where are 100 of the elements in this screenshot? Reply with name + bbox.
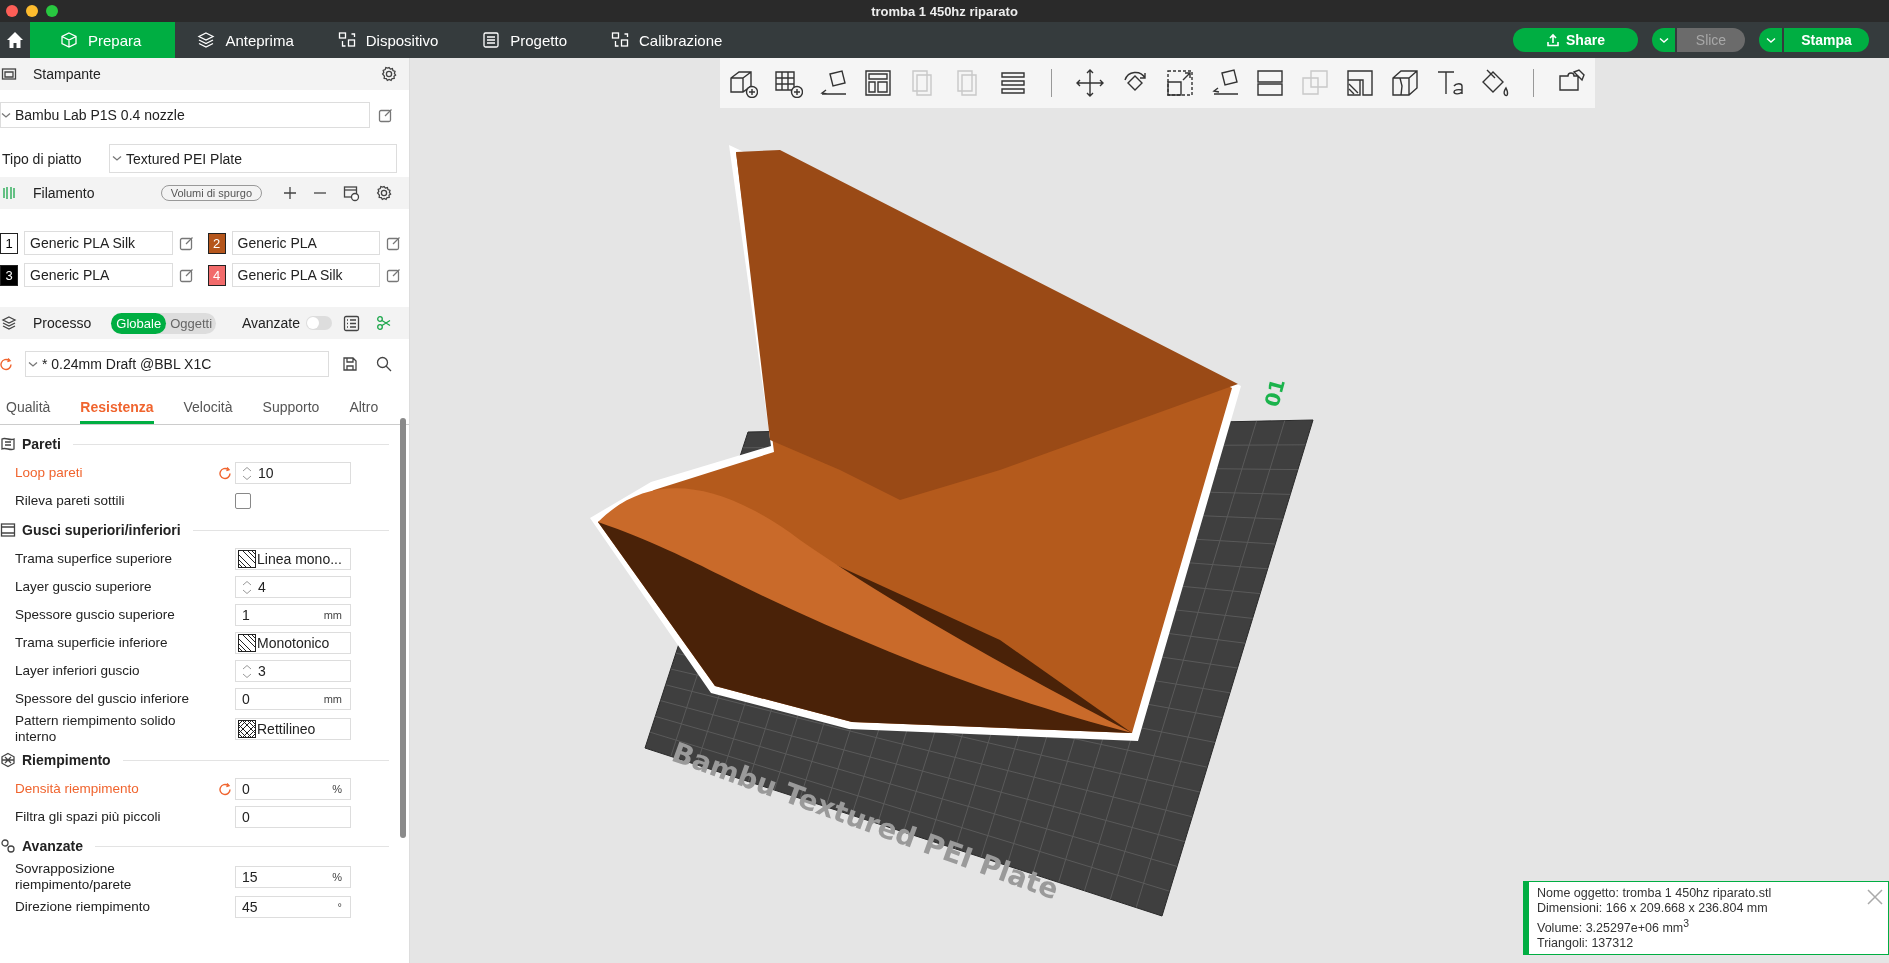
printer-dropdown[interactable]: Bambu Lab P1S 0.4 nozzle <box>0 102 370 128</box>
number-input[interactable]: 10 <box>235 462 351 484</box>
save-icon <box>342 356 358 372</box>
diagonal-hatch-icon <box>238 550 256 568</box>
list-icon <box>343 314 360 332</box>
filament-dropdown[interactable]: Generic PLA <box>24 263 173 287</box>
text-input[interactable]: 0 mm <box>235 688 351 710</box>
auto-orient-tool-button[interactable] <box>818 68 848 98</box>
device-icon <box>611 31 629 49</box>
pattern-dropdown[interactable]: Monotonico <box>235 632 351 654</box>
filament-number: 4 <box>207 264 226 286</box>
nav-tab[interactable]: Calibrazione <box>589 22 745 58</box>
filament-dropdown[interactable]: Generic PLA Silk <box>24 231 173 255</box>
settings-icon <box>381 66 397 82</box>
purge-volumes-button[interactable]: Volumi di spurgo <box>160 185 262 201</box>
shell-layers-icon <box>0 522 16 538</box>
seam-cube-tool-button[interactable] <box>1390 68 1420 98</box>
setting-label: Trama superfice superiore <box>15 551 174 567</box>
section-title: Filamento <box>33 185 95 201</box>
move-icon <box>1075 68 1105 98</box>
setting-label: Filtra gli spazi più piccoli <box>15 809 162 825</box>
setting-label: Loop pareti <box>15 465 84 481</box>
filament-spool-icon <box>1 185 17 201</box>
edit-icon <box>178 235 194 251</box>
advanced-toggle[interactable] <box>306 316 332 330</box>
printer-icon <box>1 66 17 82</box>
spinner-arrows-icon <box>242 579 252 595</box>
grid-add-icon <box>773 68 803 98</box>
process-preset-dropdown[interactable]: * 0.24mm Draft @BBL X1C <box>25 351 329 377</box>
nav-tab[interactable]: Dispositivo <box>315 22 461 58</box>
window-title: tromba 1 450hz riparato <box>871 3 1018 19</box>
scale-tool-button[interactable] <box>1165 68 1195 98</box>
text-input[interactable]: 15 % <box>235 866 351 888</box>
number-input[interactable]: 4 <box>235 576 351 598</box>
sync-icon <box>343 184 360 202</box>
settings-tab[interactable]: Altro <box>349 395 379 424</box>
setting-label: Pattern riempimento solido interno <box>15 713 177 745</box>
grid-add-tool-button[interactable] <box>773 68 803 98</box>
filament-dropdown[interactable]: Generic PLA Silk <box>231 263 380 287</box>
minimize-window-button[interactable] <box>26 5 38 17</box>
filament-dropdown[interactable]: Generic PLA <box>231 231 380 255</box>
layout-icon <box>863 68 893 98</box>
checkbox[interactable] <box>235 493 251 509</box>
lay-flat-icon <box>1210 68 1240 98</box>
scrollbar[interactable] <box>400 418 406 838</box>
overlap-squares-icon <box>1300 68 1330 98</box>
move-tool-button[interactable] <box>1075 68 1105 98</box>
pattern-dropdown[interactable]: Linea mono... <box>235 548 351 570</box>
text-input[interactable]: 1 mm <box>235 604 351 626</box>
text-input[interactable]: 0 % <box>235 778 351 800</box>
split-tool-button[interactable] <box>1255 68 1285 98</box>
settings-icon <box>376 185 392 201</box>
settings-tab[interactable]: Qualità <box>6 395 51 424</box>
pattern-dropdown[interactable]: Rettilineo <box>235 718 351 740</box>
text-input[interactable]: 0 <box>235 806 351 828</box>
dropdown-button[interactable] <box>1759 28 1782 52</box>
split-icon <box>1255 68 1285 98</box>
filament-number: 1 <box>0 232 18 254</box>
setting-label: Layer guscio superiore <box>15 579 153 595</box>
plate-type-dropdown[interactable]: Textured PEI Plate <box>109 144 397 173</box>
caret-icon <box>28 360 38 368</box>
info-text: Triangoli: 137312 <box>1537 936 1635 952</box>
edit-icon <box>386 235 401 251</box>
section-title: Processo <box>33 315 92 331</box>
support-paint-tool-button[interactable] <box>1345 68 1375 98</box>
scope-switch[interactable]: Globale Oggetti <box>111 312 217 334</box>
layout-tool-button[interactable] <box>863 68 893 98</box>
caret-icon <box>1658 36 1669 44</box>
reset-icon <box>0 357 13 371</box>
nav-tab[interactable]: Progetto <box>460 22 589 58</box>
text-input[interactable]: 45 ° <box>235 896 351 918</box>
cube-icon <box>60 31 78 49</box>
add-cube-tool-button[interactable] <box>728 68 758 98</box>
reset-icon <box>218 466 232 480</box>
wall-icon <box>0 436 16 452</box>
info-text: Volume: 3.25297e+06 mm$^{3}$ <box>1537 917 1691 937</box>
setting-label: Densità riempimento <box>15 781 140 797</box>
close-window-button[interactable] <box>6 5 18 17</box>
reset-icon <box>218 782 232 796</box>
setting-label: Direzione riempimento <box>15 899 152 915</box>
caret-icon <box>112 155 122 162</box>
setting-label: Rileva pareti sottili <box>15 493 126 509</box>
paint-bucket-tool-button[interactable] <box>1480 68 1510 98</box>
text-icon <box>1435 68 1465 98</box>
lay-flat-tool-button[interactable] <box>1210 68 1240 98</box>
crosshatch-icon <box>238 720 256 738</box>
scope-option[interactable]: Oggetti <box>166 312 217 334</box>
nav-tab[interactable]: Anteprima <box>175 22 316 58</box>
number-input[interactable]: 3 <box>235 660 351 682</box>
dropdown-button[interactable] <box>1652 28 1675 52</box>
caret-icon <box>1 111 11 119</box>
info-text: Nome oggetto: tromba 1 450hz riparato.stl <box>1537 886 1773 901</box>
settings-tab[interactable]: Velocità <box>183 395 233 424</box>
diagonal-hatch-icon <box>238 634 256 652</box>
plate-number: 01 <box>1259 376 1291 410</box>
edit-icon <box>386 267 401 283</box>
text-tool-button[interactable] <box>1435 68 1465 98</box>
plus-icon <box>283 186 297 200</box>
maximize-window-button[interactable] <box>46 5 58 17</box>
settings-tab[interactable]: Supporto <box>262 395 320 424</box>
